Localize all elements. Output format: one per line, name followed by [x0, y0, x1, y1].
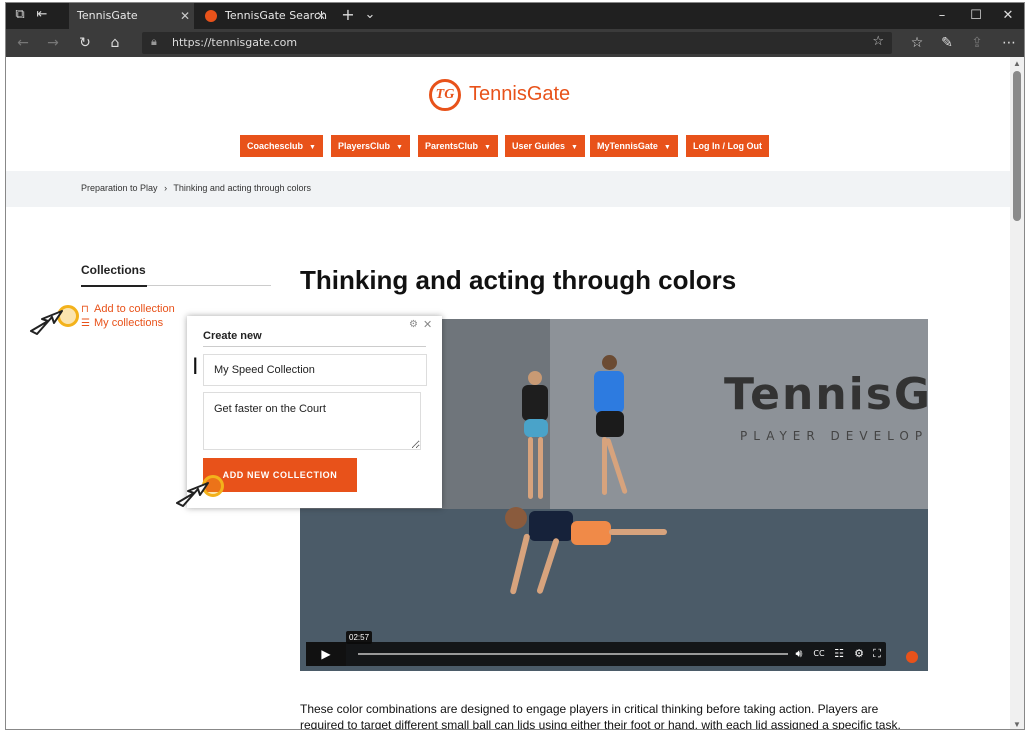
nav-mytennisgate[interactable]: MyTennisGate ▼ [590, 135, 678, 157]
more-icon[interactable]: ⋯ [1000, 34, 1018, 52]
nav-playersclub[interactable]: PlayersClub ▼ [331, 135, 410, 157]
nav-user-guides[interactable]: User Guides ▼ [505, 135, 585, 157]
transcript-icon[interactable]: ☷ [832, 646, 846, 662]
nav-label: PlayersClub [338, 141, 391, 151]
collection-name-input[interactable] [203, 354, 427, 386]
caret-down-icon: ▼ [484, 144, 491, 151]
text-cursor-icon: I [192, 355, 199, 380]
tab-tennisgate[interactable]: TennisGate ✕ [69, 3, 194, 29]
captions-icon[interactable]: CC [812, 646, 826, 662]
gear-icon[interactable]: ⚙ [409, 319, 418, 330]
share-icon[interactable]: ⇪ [968, 34, 986, 52]
close-icon[interactable]: ✕ [423, 318, 432, 331]
create-collection-popup: ⚙ ✕ Create new Get faster on the Court A… [187, 316, 442, 508]
add-to-collection-link[interactable]: ⊓ Add to collection [81, 303, 175, 315]
my-collections-link[interactable]: ☰ My collections [81, 317, 163, 329]
volume-icon[interactable]: 🔊︎ [792, 646, 806, 662]
tab-bar: ⧉ ⇤ TennisGate ✕ TennisGate Search ✕ + ⌄… [6, 3, 1024, 29]
logo-mark-icon: TG [429, 79, 461, 111]
caret-down-icon: ▼ [663, 144, 671, 151]
chevron-down-icon[interactable]: ⌄ [362, 7, 378, 23]
watermark-logo-icon [906, 651, 918, 663]
web-page: TG TennisGate Coachesclub ▼ PlayersClub ▼ … [6, 57, 1012, 730]
link-label: My collections [94, 317, 164, 329]
settings-gear-icon[interactable]: ⚙ [852, 646, 866, 662]
caret-down-icon: ▼ [396, 144, 403, 151]
tab-title: TennisGate Search [225, 9, 327, 22]
tab-title: TennisGate [77, 9, 138, 22]
address-toolbar: ← → ↻ ⌂ 🔒︎ https://tennisgate.com ☆ ☆ ✎ … [6, 29, 1024, 57]
article-body: These color combinations are designed to… [300, 702, 901, 730]
breadcrumb: Preparation to Play › Thinking and actin… [6, 171, 1012, 207]
list-icon: ☰ [81, 318, 90, 329]
home-icon[interactable]: ⌂ [106, 34, 124, 52]
nav-parentsclub[interactable]: ParentsClub ▼ [418, 135, 498, 157]
link-label: Add to collection [94, 303, 175, 315]
scrollbar-thumb[interactable] [1013, 71, 1021, 221]
refresh-icon[interactable]: ↻ [76, 34, 94, 52]
nav-label: Coachesclub [247, 141, 304, 151]
close-window-icon[interactable]: ✕ [992, 3, 1024, 29]
video-brand-text: TennisG [724, 369, 928, 420]
minimize-icon[interactable]: – [926, 3, 958, 29]
page-title: Thinking and acting through colors [300, 265, 737, 295]
breadcrumb-current: Thinking and acting through colors [173, 183, 311, 193]
star-icon[interactable]: ☆ [872, 34, 884, 49]
scroll-up-icon[interactable]: ▲ [1012, 59, 1022, 68]
new-tab-icon[interactable]: + [340, 7, 356, 23]
caret-down-icon: ▼ [309, 144, 316, 151]
bookmark-icon: ⊓ [81, 304, 89, 315]
nav-label: MyTennisGate [597, 141, 658, 151]
tab-tennisgate-search[interactable]: TennisGate Search ✕ [195, 3, 330, 29]
pointer-hand-icon [30, 310, 63, 335]
add-new-collection-button[interactable]: ADD NEW COLLECTION [203, 458, 357, 492]
close-icon[interactable]: ✕ [316, 3, 326, 29]
divider [203, 346, 426, 347]
tab-actions-icon[interactable]: ⧉ [12, 7, 28, 23]
url-text[interactable]: https://tennisgate.com [172, 36, 297, 49]
chevron-right-icon: › [164, 183, 168, 193]
browser-window: ⧉ ⇤ TennisGate ✕ TennisGate Search ✕ + ⌄… [5, 2, 1025, 730]
video-progress-bar[interactable] [358, 653, 788, 655]
favicon-icon [205, 10, 217, 22]
logo-text: TennisGate [469, 83, 571, 105]
pen-icon[interactable]: ✎ [938, 34, 956, 52]
lock-icon: 🔒︎ [151, 35, 157, 48]
play-icon[interactable]: ▶ [306, 642, 346, 666]
video-brand-subtext: PLAYER DEVELOPM [740, 429, 928, 443]
nav-login-logout[interactable]: Log In / Log Out [686, 135, 769, 157]
breadcrumb-link[interactable]: Preparation to Play [81, 183, 158, 193]
video-controls: ▶ 🔊︎ CC ☷ ⚙ ⛶ [306, 642, 886, 666]
nav-label: ParentsClub [425, 141, 479, 151]
fullscreen-icon[interactable]: ⛶ [870, 646, 884, 662]
caret-down-icon: ▼ [571, 144, 578, 151]
divider-accent [81, 285, 147, 287]
nav-label: Log In / Log Out [693, 141, 762, 151]
nav-label: User Guides [512, 141, 566, 151]
collections-heading: Collections [81, 263, 146, 277]
tab-aside-icon[interactable]: ⇤ [34, 7, 50, 23]
close-icon[interactable]: ✕ [180, 3, 190, 29]
back-arrow-icon[interactable]: ← [14, 34, 32, 52]
popup-title: Create new [203, 330, 262, 342]
pointer-hand-icon [176, 482, 209, 507]
nav-coachesclub[interactable]: Coachesclub ▼ [240, 135, 323, 157]
forward-arrow-icon[interactable]: → [44, 34, 62, 52]
favorites-icon[interactable]: ☆ [908, 34, 926, 52]
collection-description-input[interactable]: Get faster on the Court [203, 392, 421, 450]
maximize-icon[interactable]: ☐ [960, 3, 992, 29]
scroll-down-icon[interactable]: ▼ [1012, 720, 1022, 729]
page-scrollbar[interactable]: ▲ ▼ [1010, 57, 1024, 729]
address-bar[interactable]: 🔒︎ https://tennisgate.com ☆ [142, 32, 892, 54]
